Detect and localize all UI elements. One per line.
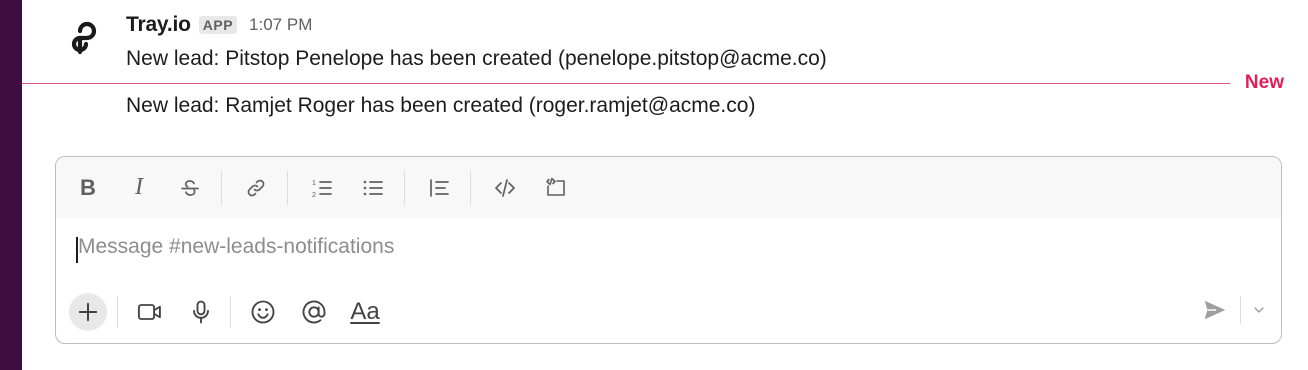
formatting-toggle-button[interactable]: Aa [346, 293, 384, 331]
bold-icon: B [80, 174, 96, 200]
ordered-list-button[interactable]: 12 [305, 171, 339, 205]
toolbar-separator [117, 296, 118, 328]
chevron-down-icon [1254, 307, 1264, 313]
emoji-button[interactable] [244, 293, 282, 331]
link-icon [247, 179, 265, 196]
strikethrough-button[interactable] [173, 171, 207, 205]
send-button[interactable] [1198, 293, 1232, 327]
attach-button[interactable] [69, 293, 107, 331]
toolbar-separator [287, 170, 288, 205]
svg-text:2: 2 [312, 192, 316, 199]
message-header: Tray.io APP 1:07 PM [126, 10, 312, 40]
workspace-sidebar [0, 0, 22, 370]
formatting-toolbar: B I 12 [56, 157, 1281, 218]
message-timestamp[interactable]: 1:07 PM [249, 15, 312, 35]
toolbar-separator [230, 296, 231, 328]
tray-io-logo-icon [71, 21, 97, 55]
message-item[interactable]: New lead: Ramjet Roger has been created … [22, 94, 1308, 128]
code-block-button[interactable] [539, 171, 573, 205]
blockquote-icon [430, 178, 449, 197]
strikethrough-icon [181, 179, 199, 196]
send-controls [1198, 293, 1269, 327]
mention-icon [302, 300, 326, 324]
audio-clip-button[interactable] [182, 293, 220, 331]
italic-icon: I [135, 174, 143, 200]
code-button[interactable] [488, 171, 522, 205]
sender-name[interactable]: Tray.io [126, 13, 191, 37]
video-clip-button[interactable] [131, 293, 169, 331]
bold-button[interactable]: B [71, 171, 105, 205]
plus-icon [78, 302, 98, 322]
new-label: New [1244, 72, 1284, 93]
toolbar-separator [404, 170, 405, 205]
ordered-list-icon: 12 [312, 180, 332, 199]
schedule-options-button[interactable] [1249, 295, 1269, 325]
formatting-icon: Aa [350, 298, 380, 325]
message-input[interactable]: Message #new-leads-notifications [76, 235, 1261, 265]
message-composer: B I 12 Message #new-leads-notifications … [55, 156, 1282, 344]
bulleted-list-icon [363, 180, 383, 195]
new-messages-divider: New [22, 72, 1308, 96]
blockquote-button[interactable] [422, 171, 456, 205]
message-text: New lead: Pitstop Penelope has been crea… [126, 47, 827, 70]
message-item[interactable]: Tray.io APP 1:07 PM New lead: Pitstop Pe… [22, 0, 1308, 82]
divider-line [22, 83, 1230, 84]
code-icon [495, 178, 515, 197]
tray-io-avatar[interactable] [66, 18, 106, 58]
code-block-icon [546, 177, 565, 196]
svg-text:1: 1 [312, 180, 316, 187]
app-badge: APP [198, 16, 238, 34]
bulleted-list-button[interactable] [356, 171, 390, 205]
microphone-icon [193, 300, 209, 324]
italic-button[interactable]: I [122, 171, 156, 205]
composer-actions: Aa [56, 281, 1281, 343]
message-input-placeholder: Message #new-leads-notifications [78, 235, 395, 258]
send-icon [1204, 300, 1226, 320]
link-button[interactable] [239, 171, 273, 205]
message-text: New lead: Ramjet Roger has been created … [126, 94, 756, 117]
toolbar-separator [221, 170, 222, 205]
emoji-icon [251, 300, 275, 324]
send-separator [1240, 296, 1241, 324]
mention-button[interactable] [295, 293, 333, 331]
video-icon [137, 304, 161, 320]
toolbar-separator [470, 170, 471, 205]
